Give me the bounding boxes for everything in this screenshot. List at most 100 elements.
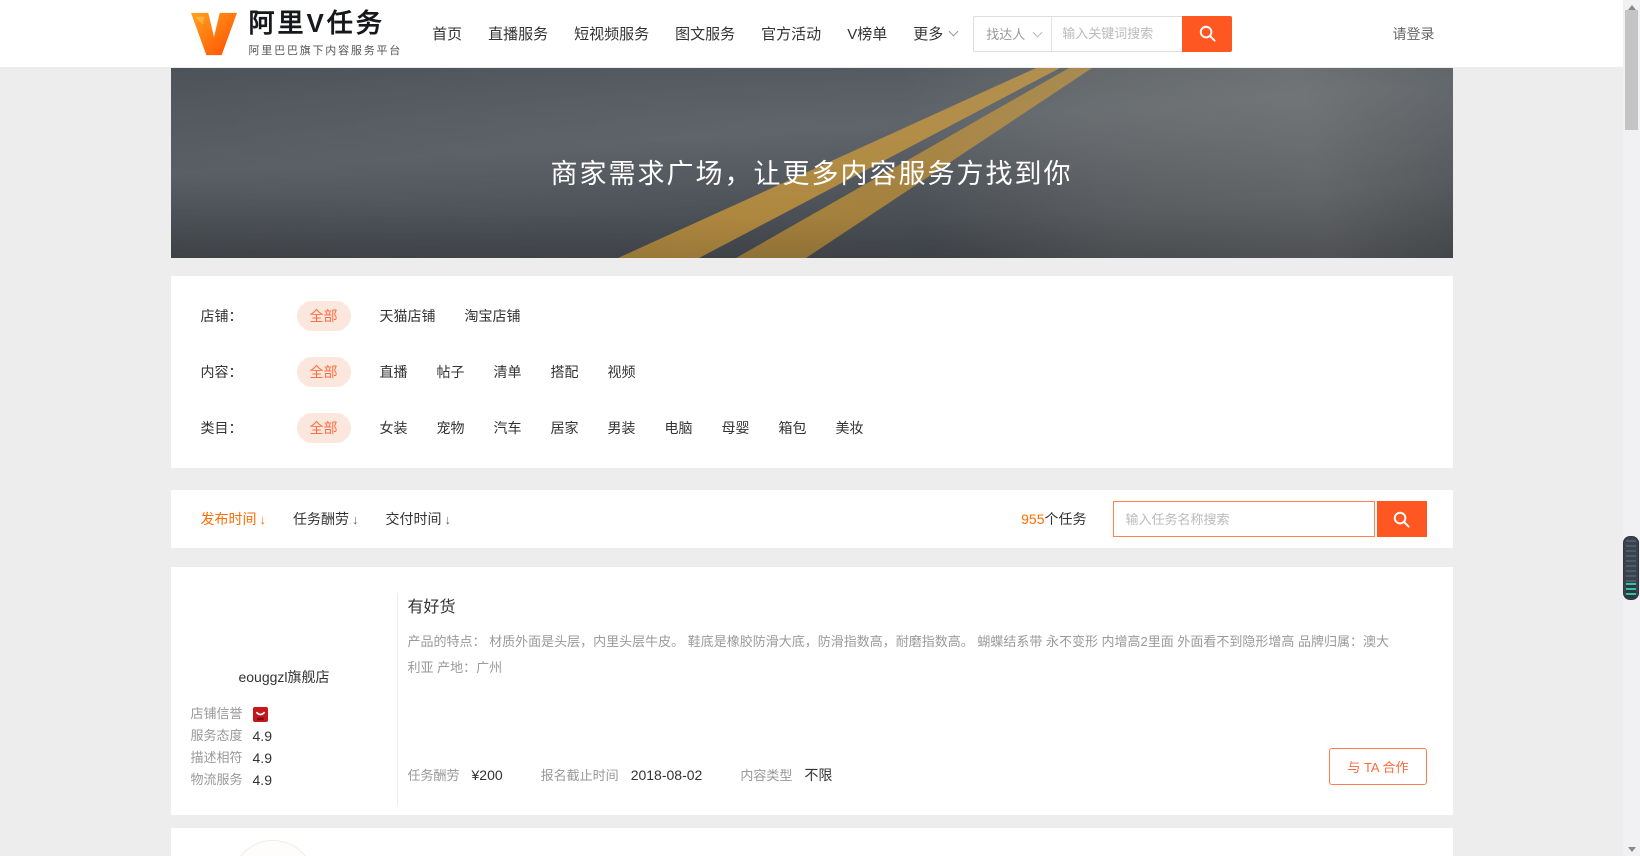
store-logo xyxy=(191,597,398,667)
content: 商家需求广场，让更多内容服务方找到你 店铺： 全部 天猫店铺 淘宝店铺 内容： … xyxy=(171,68,1453,856)
filter-option-all[interactable]: 全部 xyxy=(297,357,351,387)
triangle-up-icon xyxy=(1628,5,1636,10)
nav-more-menu[interactable]: 更多 xyxy=(913,23,957,44)
store-reputation-row: 店铺信誉 xyxy=(191,703,398,725)
meta-label: 内容类型 xyxy=(740,765,792,784)
sort-publish-time[interactable]: 发布时间 ↓ xyxy=(201,509,267,529)
triangle-down-icon xyxy=(1628,847,1636,852)
logo-title: 阿里V任务 xyxy=(249,10,403,36)
widget-stripes-gray xyxy=(1626,540,1636,582)
rating-label: 服务态度 xyxy=(191,725,243,747)
sort-toolbar: 发布时间 ↓ 任务酬劳 ↓ 交付时间 ↓ 955个任务 xyxy=(171,490,1453,548)
filter-row-shop: 店铺： 全部 天猫店铺 淘宝店铺 xyxy=(201,288,1423,344)
cooperate-button[interactable]: 与 TA 合作 xyxy=(1329,748,1426,785)
scrollbar[interactable] xyxy=(1623,0,1640,856)
rating-label: 物流服务 xyxy=(191,769,243,791)
filter-options: 全部 天猫店铺 淘宝店铺 xyxy=(297,301,521,331)
nav-links: 首页 直播服务 短视频服务 图文服务 官方活动 V榜单 更多 xyxy=(432,23,957,44)
filter-option[interactable]: 居家 xyxy=(551,418,579,438)
filter-option[interactable]: 宠物 xyxy=(437,418,465,438)
filter-option[interactable]: 帖子 xyxy=(437,362,465,382)
reputation-label: 店铺信誉 xyxy=(191,703,243,725)
filter-option[interactable]: 天猫店铺 xyxy=(380,306,436,326)
task-card: eouggzl旗舰店 店铺信誉 服务态度 4.9 描 xyxy=(171,567,1453,815)
task-main: 必买清单 和 生活研究所 绅道衣品 2013年入驻天猫 专注男士西裤，此款版型 … xyxy=(398,828,1453,856)
nav-link-live[interactable]: 直播服务 xyxy=(488,23,548,44)
filter-panel: 店铺： 全部 天猫店铺 淘宝店铺 内容： 全部 直播 帖子 清单 搭配 xyxy=(171,276,1453,468)
logo-v-icon xyxy=(189,11,239,57)
widget-stripes-teal xyxy=(1626,583,1636,598)
filter-option-all[interactable]: 全部 xyxy=(297,301,351,331)
task-count-suffix: 个任务 xyxy=(1045,511,1087,527)
filter-options: 全部 女装 宠物 汽车 居家 男装 电脑 母婴 箱包 美妆 xyxy=(297,413,864,443)
nav-link-shortvideo[interactable]: 短视频服务 xyxy=(574,23,649,44)
filter-option[interactable]: 清单 xyxy=(494,362,522,382)
nav-link-graphic[interactable]: 图文服务 xyxy=(675,23,735,44)
task-search-box xyxy=(1113,501,1427,537)
task-description: 产品的特点： 材质外面是头层，内里头层牛皮。 鞋底是橡胶防滑大底，防滑指数高，耐… xyxy=(408,629,1396,681)
sort-buttons: 发布时间 ↓ 任务酬劳 ↓ 交付时间 ↓ xyxy=(201,509,452,529)
hero-banner: 商家需求广场，让更多内容服务方找到你 xyxy=(171,68,1453,258)
task-main: 有好货 产品的特点： 材质外面是头层，内里头层牛皮。 鞋底是橡胶防滑大底，防滑指… xyxy=(398,567,1453,815)
meta-content-type: 内容类型 不限 xyxy=(740,765,832,785)
filter-option[interactable]: 母婴 xyxy=(722,418,750,438)
filter-option[interactable]: 女装 xyxy=(380,418,408,438)
meta-deadline: 报名截止时间 2018-08-02 xyxy=(541,765,703,784)
search-category-label: 找达人 xyxy=(986,24,1025,43)
filter-option[interactable]: 汽车 xyxy=(494,418,522,438)
task-count-number: 955 xyxy=(1021,511,1044,527)
search-category-dropdown[interactable]: 找达人 xyxy=(974,17,1052,51)
chevron-down-icon xyxy=(1033,27,1043,37)
filter-option[interactable]: 视频 xyxy=(608,362,636,382)
task-title[interactable]: 有好货 xyxy=(408,593,456,617)
nav-link-home[interactable]: 首页 xyxy=(432,23,462,44)
keyword-search-button[interactable] xyxy=(1182,16,1232,52)
site-logo[interactable]: 阿里V任务 阿里巴巴旗下内容服务平台 xyxy=(189,10,403,58)
rating-value: 4.9 xyxy=(253,747,272,769)
nav-link-official[interactable]: 官方活动 xyxy=(761,23,821,44)
keyword-search-input[interactable] xyxy=(1052,17,1182,51)
filter-option[interactable]: 男装 xyxy=(608,418,636,438)
meta-reward: 任务酬劳 ¥200 xyxy=(408,765,503,784)
filter-option[interactable]: 美妆 xyxy=(836,418,864,438)
meta-label: 报名截止时间 xyxy=(541,765,619,784)
filter-options: 全部 直播 帖子 清单 搭配 视频 xyxy=(297,357,636,387)
filter-option[interactable]: 淘宝店铺 xyxy=(465,306,521,326)
filter-label: 类目： xyxy=(201,418,273,438)
filter-row-content: 内容： 全部 直播 帖子 清单 搭配 视频 xyxy=(201,344,1423,400)
task-meta: 任务酬劳 ¥200 报名截止时间 2018-08-02 内容类型 不限 xyxy=(408,765,871,785)
filter-option[interactable]: 箱包 xyxy=(779,418,807,438)
filter-option[interactable]: 电脑 xyxy=(665,418,693,438)
page: 阿里V任务 阿里巴巴旗下内容服务平台 首页 直播服务 短视频服务 图文服务 官方… xyxy=(0,0,1640,856)
avatar-text: 绅道 xyxy=(232,851,314,856)
sort-delivery-time[interactable]: 交付时间 ↓ xyxy=(386,509,452,529)
rating-row: 描述相符 4.9 xyxy=(191,747,398,769)
task-search-button[interactable] xyxy=(1377,501,1427,537)
sort-reward[interactable]: 任务酬劳 ↓ xyxy=(293,509,359,529)
meta-value: ¥200 xyxy=(472,767,503,783)
sort-label: 任务酬劳 xyxy=(293,509,349,529)
banner-title: 商家需求广场，让更多内容服务方找到你 xyxy=(171,152,1453,191)
logo-text: 阿里V任务 阿里巴巴旗下内容服务平台 xyxy=(249,10,403,58)
chevron-down-icon xyxy=(949,27,959,37)
arrow-down-icon: ↓ xyxy=(260,512,267,527)
rating-row: 服务态度 4.9 xyxy=(191,725,398,747)
logo-subtitle: 阿里巴巴旗下内容服务平台 xyxy=(249,42,403,58)
arrow-down-icon: ↓ xyxy=(445,512,452,527)
nav-more-label: 更多 xyxy=(913,23,943,44)
floating-extension-widget[interactable] xyxy=(1623,536,1639,600)
scrollbar-down-arrow[interactable] xyxy=(1623,842,1640,856)
filter-option[interactable]: 搭配 xyxy=(551,362,579,382)
task-search-input[interactable] xyxy=(1113,501,1375,537)
rating-row: 物流服务 4.9 xyxy=(191,769,398,791)
rating-value: 4.9 xyxy=(253,769,272,791)
login-link[interactable]: 请登录 xyxy=(1393,24,1435,44)
filter-option[interactable]: 直播 xyxy=(380,362,408,382)
nav-link-ranking[interactable]: V榜单 xyxy=(847,23,887,44)
filter-option-all[interactable]: 全部 xyxy=(297,413,351,443)
task-card: 绅道 必买清单 和 生活研究所 绅道衣品 2013年入驻天猫 专注男士西裤，此款… xyxy=(171,828,1453,856)
scrollbar-thumb[interactable] xyxy=(1625,10,1638,130)
meta-label: 任务酬劳 xyxy=(408,765,460,784)
rating-value: 4.9 xyxy=(253,725,272,747)
filter-label: 内容： xyxy=(201,362,273,382)
